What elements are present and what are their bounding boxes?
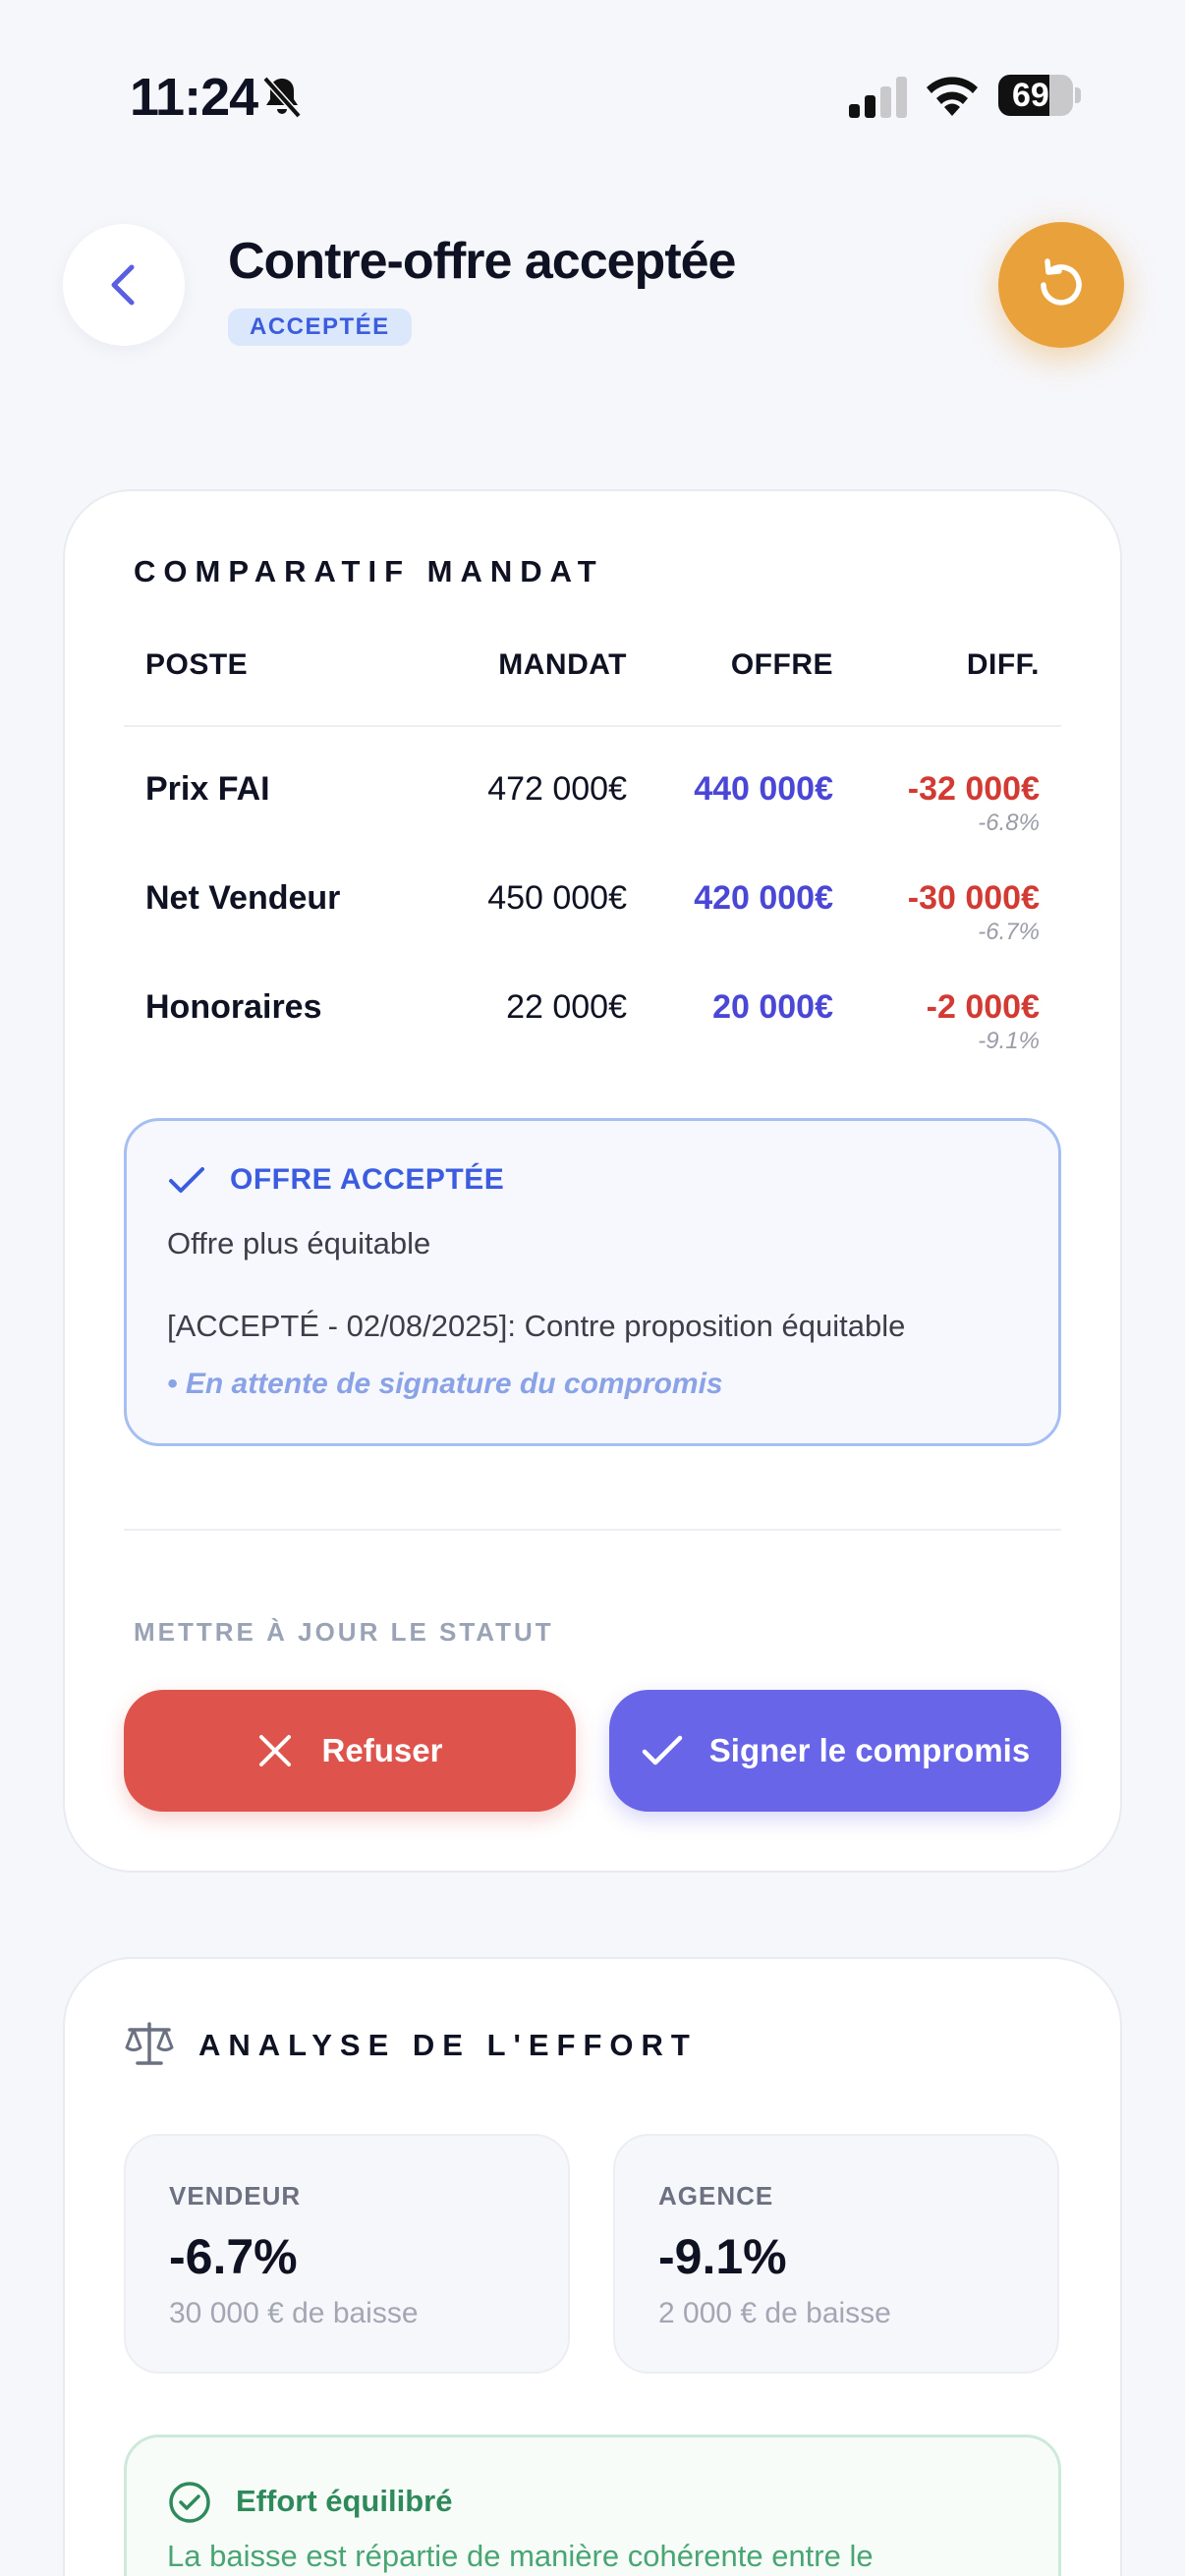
row-diff-net-vendeur: -30 000€: [907, 879, 1040, 917]
section-divider: [124, 1529, 1061, 1531]
sign-button-label: Signer le compromis: [708, 1732, 1031, 1768]
vendeur-label: VENDEUR: [169, 2181, 302, 2211]
effort-verdict-desc: La baisse est répartie de manière cohére…: [167, 2539, 874, 2573]
battery-indicator: 69: [998, 75, 1081, 116]
column-header-mandat: MANDAT: [498, 648, 627, 681]
scale-icon: [125, 2022, 174, 2065]
check-icon: [169, 1167, 204, 1193]
agence-label: AGENCE: [658, 2181, 774, 2211]
row-diff-honoraires: -2 000€: [926, 988, 1040, 1026]
agence-sub: 2 000 € de baisse: [658, 2297, 891, 2329]
refuse-button[interactable]: Refuser: [124, 1690, 576, 1812]
agence-value: -9.1%: [658, 2229, 787, 2284]
row-pct-net-vendeur: -6.7%: [978, 919, 1040, 945]
cellular-signal-icon: [849, 77, 907, 118]
acceptance-pending: • En attente de signature du compromis: [167, 1368, 723, 1400]
acceptance-title: OFFRE ACCEPTÉE: [230, 1163, 505, 1196]
column-header-poste: POSTE: [145, 648, 249, 681]
effort-verdict-title: Effort équilibré: [236, 2484, 453, 2518]
refuse-button-label: Refuser: [321, 1732, 443, 1768]
row-label-prix-fai: Prix FAI: [145, 770, 270, 808]
row-label-net-vendeur: Net Vendeur: [145, 879, 341, 917]
check-circle-icon: [169, 2482, 210, 2523]
status-time: 11:24: [130, 68, 258, 127]
rotate-ccw-icon: [1041, 258, 1082, 306]
status-bar: 11:24 69: [0, 0, 1185, 187]
x-icon: [258, 1735, 291, 1766]
acceptance-note: [ACCEPTÉ - 02/08/2025]: Contre propositi…: [167, 1309, 906, 1343]
row-label-honoraires: Honoraires: [145, 988, 322, 1026]
column-header-diff: DIFF.: [966, 648, 1040, 681]
vendeur-value: -6.7%: [169, 2229, 298, 2284]
effort-title: ANALYSE DE L'EFFORT: [198, 2028, 698, 2062]
row-offre-honoraires: 20 000€: [712, 988, 833, 1026]
back-button[interactable]: [63, 224, 185, 346]
page-title: Contre-offre acceptée: [228, 233, 736, 290]
update-status-label: METTRE À JOUR LE STATUT: [134, 1617, 554, 1647]
sign-compromis-button[interactable]: Signer le compromis: [609, 1690, 1061, 1812]
acceptance-reason: Offre plus équitable: [167, 1226, 431, 1260]
vendeur-sub: 30 000 € de baisse: [169, 2297, 419, 2329]
status-badge: ACCEPTÉE: [228, 308, 412, 346]
check-icon: [642, 1735, 683, 1765]
row-diff-prix-fai: -32 000€: [907, 770, 1040, 808]
battery-level: 69: [1012, 77, 1049, 114]
reset-button[interactable]: [998, 222, 1124, 348]
row-offre-net-vendeur: 420 000€: [694, 879, 833, 917]
chevron-left-icon: [111, 264, 135, 306]
row-pct-prix-fai: -6.8%: [978, 810, 1040, 836]
bell-slash-icon: [262, 76, 302, 119]
wifi-icon: [927, 77, 978, 116]
row-offre-prix-fai: 440 000€: [694, 770, 833, 808]
row-mandat-prix-fai: 472 000€: [487, 770, 627, 808]
comparatif-title: COMPARATIF MANDAT: [134, 554, 604, 588]
row-mandat-honoraires: 22 000€: [506, 988, 627, 1026]
table-divider: [124, 725, 1061, 727]
column-header-offre: OFFRE: [730, 648, 833, 681]
row-pct-honoraires: -9.1%: [978, 1028, 1040, 1054]
row-mandat-net-vendeur: 450 000€: [487, 879, 627, 917]
